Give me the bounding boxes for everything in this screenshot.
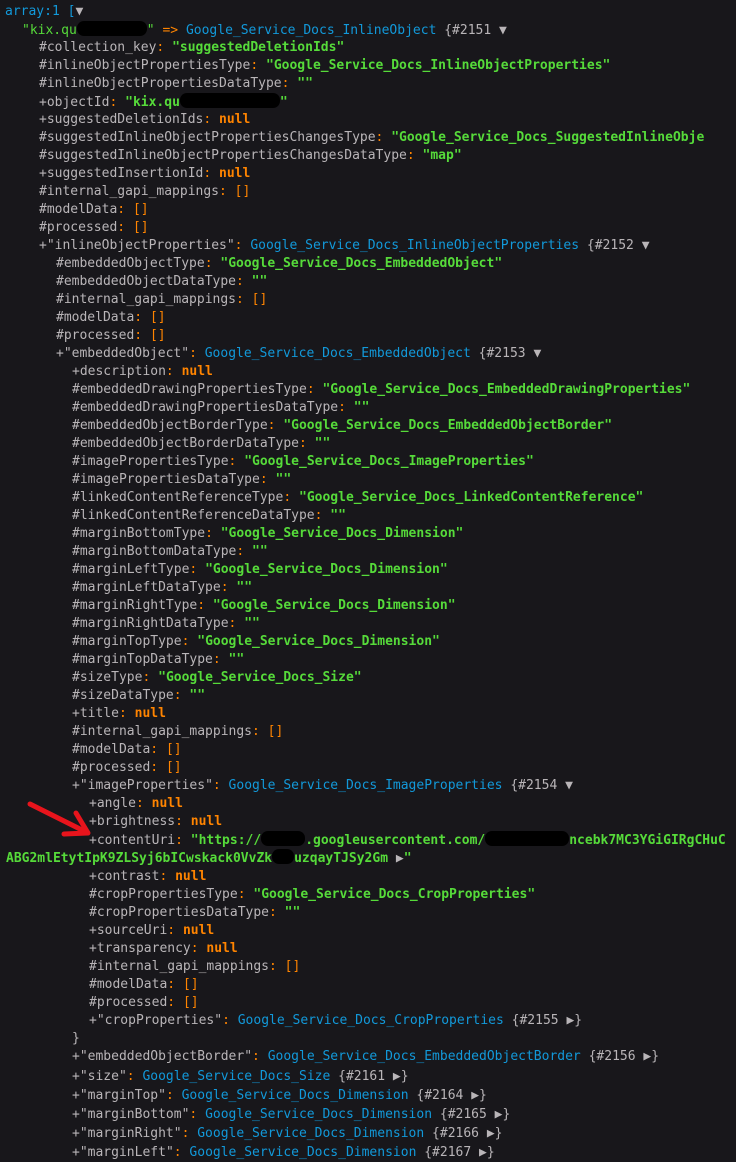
dump-line: #inlineObjectPropertiesDataType: "" [39, 76, 313, 91]
dump-line: #processed: [] [89, 995, 199, 1010]
dump-line: #modelData: [] [89, 977, 199, 992]
dump-line: #marginBottomType: "Google_Service_Docs_… [72, 526, 464, 541]
dump-line: #embeddedDrawingPropertiesDataType: "" [72, 400, 370, 415]
redaction-mark [485, 831, 570, 846]
expand-toggle-icon[interactable]: ▶ [393, 1069, 401, 1084]
dump-line: +objectId: "kix.qu " [39, 93, 288, 110]
expand-toggle-icon[interactable]: ▶ [396, 851, 404, 866]
dump-line-nested-object: +"embeddedObject": Google_Service_Docs_E… [56, 346, 542, 361]
dump-line: #cropPropertiesType: "Google_Service_Doc… [89, 887, 536, 902]
dump-line: #linkedContentReferenceDataType: "" [72, 508, 346, 523]
expand-toggle-icon[interactable]: ▶ [495, 1107, 503, 1122]
dump-line: #cropPropertiesDataType: "" [89, 905, 301, 920]
dump-line: #modelData: [] [39, 202, 149, 217]
dump-line: +transparency: null [89, 941, 238, 956]
collapse-toggle-icon[interactable]: ▼ [565, 778, 573, 793]
dump-line: #embeddedObjectType: "Google_Service_Doc… [56, 256, 503, 271]
dump-line: #marginTopDataType: "" [72, 652, 245, 667]
dump-line: +description: null [72, 364, 213, 379]
class-name: Google_Service_Docs_Dimension [205, 1107, 433, 1122]
dump-line: #inlineObjectPropertiesType: "Google_Ser… [39, 58, 611, 73]
dump-line-nested-object: +"imageProperties": Google_Service_Docs_… [72, 778, 573, 793]
dump-line-nested-object: +"size": Google_Service_Docs_Size {#2161… [72, 1069, 409, 1084]
expand-toggle-icon[interactable]: ▶ [479, 1145, 487, 1160]
dump-line: #marginRightType: "Google_Service_Docs_D… [72, 598, 456, 613]
expand-toggle-icon[interactable]: ▶ [471, 1088, 479, 1103]
dump-line: #marginLeftDataType: "" [72, 580, 253, 595]
dump-line: #linkedContentReferenceType: "Google_Ser… [72, 490, 644, 505]
var-dump-output: array:1 [▼ "kix.qu " => Google_Service_Do… [0, 0, 736, 1160]
dump-line: +sourceUri: null [89, 923, 215, 938]
root-array-label: array:1 [5, 4, 60, 19]
dump-line: #imagePropertiesDataType: "" [72, 472, 292, 487]
dump-line: #marginLeftType: "Google_Service_Docs_Di… [72, 562, 448, 577]
dump-line: #suggestedInlineObjectPropertiesChangesD… [39, 148, 462, 163]
dump-line-close-brace: } [72, 1031, 80, 1046]
class-name: Google_Service_Docs_InlineObjectProperti… [250, 238, 580, 253]
class-name: Google_Service_Docs_Dimension [197, 1126, 425, 1141]
expand-toggle-icon[interactable]: ▶ [487, 1126, 495, 1141]
class-name: Google_Service_Docs_ImageProperties [228, 778, 503, 793]
dump-line: #marginTopType: "Google_Service_Docs_Dim… [72, 634, 440, 649]
class-name: Google_Service_Docs_EmbeddedObjectBorder [267, 1049, 581, 1064]
dump-line: #embeddedObjectDataType: "" [56, 274, 268, 289]
collapse-toggle-icon[interactable]: ▼ [642, 238, 650, 253]
collapse-toggle-icon[interactable]: ▼ [499, 23, 507, 38]
class-name: Google_Service_Docs_Size [142, 1069, 331, 1084]
class-name: Google_Service_Docs_Dimension [189, 1145, 417, 1160]
dump-line-nested-object: +"marginRight": Google_Service_Docs_Dime… [72, 1126, 503, 1141]
red-arrow-annotation-icon [27, 801, 91, 837]
collapse-toggle-icon[interactable]: ▼ [533, 346, 541, 361]
dump-line: #sizeType: "Google_Service_Docs_Size" [72, 670, 362, 685]
dump-line: #modelData: [] [72, 742, 182, 757]
dump-line: #processed: [] [39, 220, 149, 235]
dump-line: #imagePropertiesType: "Google_Service_Do… [72, 454, 534, 469]
dump-line: #marginBottomDataType: "" [72, 544, 268, 559]
dump-line: #modelData: [] [56, 310, 166, 325]
dump-line: #internal_gapi_mappings: [] [56, 292, 268, 307]
redaction-mark [261, 831, 306, 846]
dump-line: #processed: [] [72, 760, 182, 775]
dump-line: #internal_gapi_mappings: [] [39, 184, 251, 199]
redaction-mark [272, 849, 295, 864]
redaction-mark [76, 21, 147, 36]
dump-line-nested-object: +"marginBottom": Google_Service_Docs_Dim… [72, 1107, 511, 1122]
dump-line: #sizeDataType: "" [72, 688, 206, 703]
dump-line: #internal_gapi_mappings: [] [89, 959, 301, 974]
dump-line: #marginRightDataType: "" [72, 616, 260, 631]
dump-line: +suggestedInsertionId: null [39, 166, 251, 181]
dump-line-content-uri: +contentUri: "https://.googleusercontent… [89, 831, 726, 848]
dump-line-nested-object: +"embeddedObjectBorder": Google_Service_… [72, 1049, 660, 1064]
dump-line: #processed: [] [56, 328, 166, 343]
class-name: Google_Service_Docs_Dimension [181, 1088, 409, 1103]
dump-line: #embeddedDrawingPropertiesType: "Google_… [72, 382, 691, 397]
dump-line: +contrast: null [89, 869, 207, 884]
dump-line-nested-object: +"inlineObjectProperties": Google_Servic… [39, 238, 650, 253]
class-name: Google_Service_Docs_InlineObject [185, 23, 437, 38]
dump-line: #embeddedObjectBorderDataType: "" [72, 436, 331, 451]
dump-line: #suggestedInlineObjectPropertiesChangesT… [39, 130, 705, 145]
dump-root-line: array:1 [▼ [5, 4, 84, 19]
dump-line: #embeddedObjectBorderType: "Google_Servi… [72, 418, 613, 433]
dump-line-root-object: "kix.qu " => Google_Service_Docs_InlineOb… [22, 21, 507, 38]
dump-line: +title: null [72, 706, 166, 721]
redaction-mark [179, 93, 280, 108]
dump-line: +suggestedDeletionIds: null [39, 112, 251, 127]
dump-line-nested-object: +"marginLeft": Google_Service_Docs_Dimen… [72, 1145, 495, 1160]
dump-line: #internal_gapi_mappings: [] [72, 724, 284, 739]
dump-line-nested-object: +"marginTop": Google_Service_Docs_Dimens… [72, 1088, 487, 1103]
dump-line: #collection_key: "suggestedDeletionIds" [39, 40, 345, 55]
collapse-toggle-icon[interactable]: ▼ [75, 4, 83, 19]
class-name: Google_Service_Docs_EmbeddedObject [204, 346, 471, 361]
class-name: Google_Service_Docs_CropProperties [237, 1013, 504, 1028]
dump-line-nested-object: +"cropProperties": Google_Service_Docs_C… [89, 1013, 583, 1028]
